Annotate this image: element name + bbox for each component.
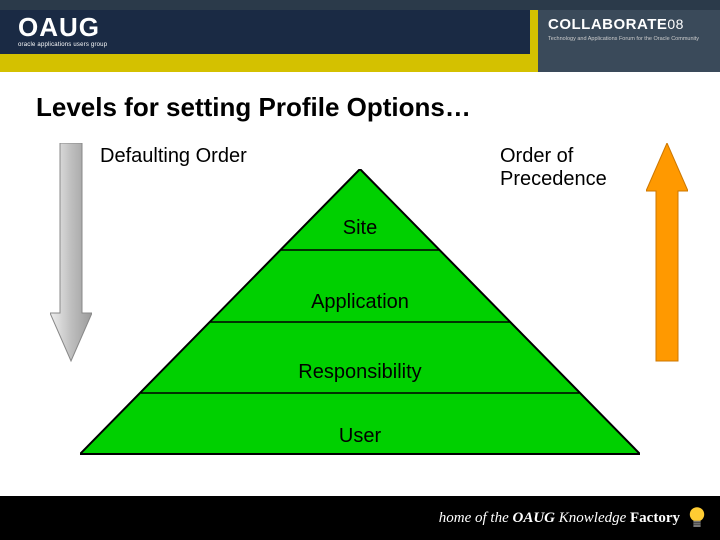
level-application: Application	[260, 291, 460, 314]
slide-title: Levels for setting Profile Options…	[36, 92, 690, 123]
oaug-logo: OAUG oracle applications users group	[18, 14, 107, 48]
level-user: User	[260, 425, 460, 448]
logo-text: OAUG	[18, 14, 107, 40]
header-bar: OAUG oracle applications users group COL…	[0, 0, 720, 72]
slide-content: Levels for setting Profile Options… Defa…	[0, 72, 720, 481]
footer-tagline: home of the OAUG Knowledge Factory	[439, 510, 680, 527]
lightbulb-icon	[688, 505, 706, 531]
pyramid: Site Application Responsibility User	[80, 169, 640, 454]
header-top-strip	[0, 0, 720, 10]
footer-bar: home of the OAUG Knowledge Factory	[0, 496, 720, 540]
pyramid-shape	[80, 169, 640, 459]
level-site: Site	[260, 217, 460, 240]
profile-levels-diagram: Defaulting Order Order of Precedence	[30, 141, 690, 481]
defaulting-order-label: Defaulting Order	[100, 145, 247, 168]
collab-subtitle: Technology and Applications Forum for th…	[548, 36, 710, 43]
collab-title: COLLABORATE08	[548, 16, 710, 33]
level-responsibility: Responsibility	[260, 361, 460, 384]
collaborate-badge: COLLABORATE08 Technology and Application…	[530, 10, 720, 72]
logo-subtext: oracle applications users group	[18, 42, 107, 48]
precedence-arrow-up-icon	[646, 143, 688, 363]
